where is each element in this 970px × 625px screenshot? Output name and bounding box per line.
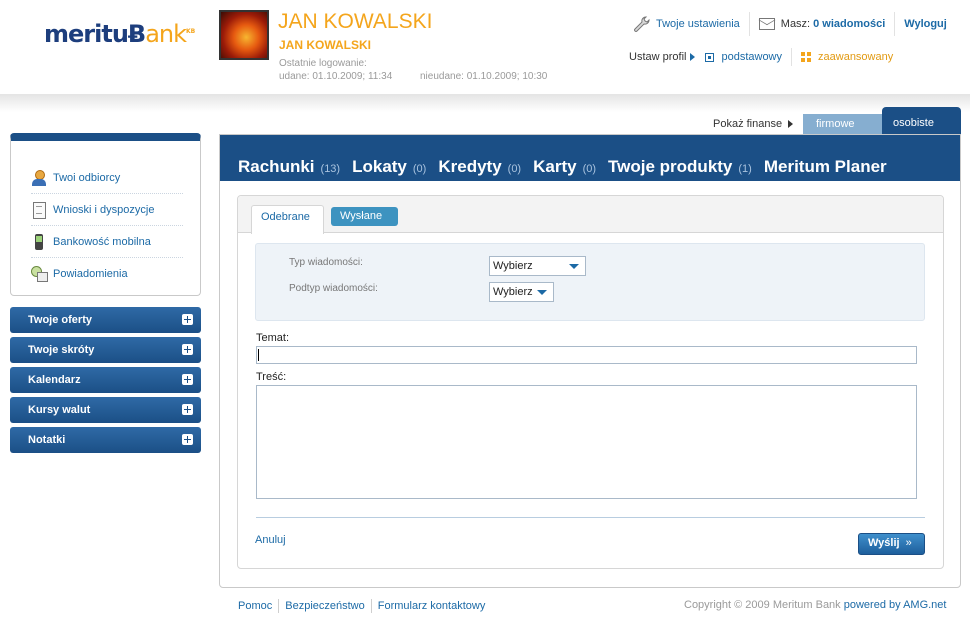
last-login-failed: nieudane: 01.10.2009; 10:30	[420, 71, 548, 82]
separator	[791, 48, 793, 66]
user-name-subheading: JAN KOWALSKI	[279, 38, 372, 52]
nav-your-products[interactable]: Twoje produkty (1)	[608, 157, 752, 177]
send-button[interactable]: Wyślij »	[858, 533, 925, 555]
divider	[256, 517, 925, 518]
tab-company-finance[interactable]: firmowe	[803, 114, 883, 134]
tab-personal-finance[interactable]: osobiste	[882, 107, 961, 135]
cancel-link[interactable]: Anuluj	[255, 534, 286, 546]
sidebar-section-exchange-rates[interactable]: Kursy walut	[10, 397, 201, 423]
message-type-value: Wybierz	[493, 260, 533, 272]
chevron-down-icon	[569, 264, 579, 269]
subject-input[interactable]	[256, 346, 917, 364]
messages-link[interactable]: 0 wiadomości	[813, 18, 885, 30]
mobile-phone-icon	[31, 233, 47, 250]
expand-plus-icon[interactable]	[182, 374, 193, 385]
chevron-down-icon	[537, 290, 547, 295]
sidebar-item-notifications[interactable]: Powiadomienia	[31, 258, 183, 290]
sidebar-section-label: Twoje skróty	[28, 344, 95, 356]
copyright: Copyright © 2009 Meritum Bank powered by…	[684, 599, 946, 611]
sidebar-section-label: Kursy walut	[28, 404, 91, 416]
meritum-bank-logo[interactable]: merituɃankKB	[44, 20, 195, 48]
main-panel: Rachunki (13) Lokaty (0) Kredyty (0) Karty(…	[219, 134, 961, 588]
wrench-icon	[632, 15, 650, 33]
double-arrow-icon: »	[905, 537, 912, 549]
message-body-textarea[interactable]	[256, 385, 917, 499]
separator	[370, 599, 372, 613]
message-subtype-select[interactable]: Wybierz	[489, 282, 554, 302]
advanced-profile-icon	[801, 52, 812, 62]
expand-plus-icon[interactable]	[182, 434, 193, 445]
envelope-icon	[758, 18, 775, 30]
footer-contact-form-link[interactable]: Formularz kontaktowy	[378, 600, 486, 612]
footer-help-link[interactable]: Pomoc	[238, 600, 272, 612]
profile-label: Ustaw profil	[629, 51, 687, 63]
message-subtype-value: Wybierz	[493, 286, 533, 298]
nav-cards[interactable]: Karty (0)	[533, 157, 596, 177]
sidebar-item-label[interactable]: Twoi odbiorcy	[53, 172, 120, 184]
footer-security-link[interactable]: Bezpieczeństwo	[285, 600, 365, 612]
sidebar-item-label[interactable]: Powiadomienia	[53, 268, 128, 280]
text-cursor	[258, 349, 259, 361]
message-type-label: Typ wiadomości:	[289, 257, 363, 268]
caret-right-icon	[788, 120, 794, 128]
powered-by-link[interactable]: powered by AMG.net	[844, 599, 947, 611]
nav-accounts[interactable]: Rachunki (13)	[238, 157, 340, 177]
sidebar-section-shortcuts[interactable]: Twoje skróty	[10, 337, 201, 363]
top-links: Twoje ustawienia Masz: 0 wiadomości Wylo…	[632, 12, 947, 36]
nav-deposits[interactable]: Lokaty (0)	[352, 157, 426, 177]
profile-advanced-link[interactable]: zaawansowany	[818, 51, 893, 63]
caret-right-icon	[690, 53, 696, 61]
document-icon	[31, 201, 47, 219]
separator	[894, 12, 896, 36]
last-login-label: Ostatnie logowanie:	[279, 58, 367, 69]
message-form-panel: Odebrane Wysłane Typ wiadomości: Wybierz…	[237, 195, 944, 569]
separator	[748, 12, 750, 36]
tab-received[interactable]: Odebrane	[251, 205, 324, 234]
profile-basic-link[interactable]: podstawowy	[721, 51, 782, 63]
send-button-label: Wyślij	[868, 537, 900, 549]
user-name-heading: JAN KOWALSKI	[278, 10, 433, 33]
sidebar-item-mobile-banking[interactable]: Bankowość mobilna	[31, 226, 183, 258]
finance-switch-label: Pokaż finanse	[713, 118, 794, 130]
nav-meritum-planner[interactable]: Meritum Planer	[764, 157, 887, 177]
expand-plus-icon[interactable]	[182, 344, 193, 355]
sidebar-section-offers[interactable]: Twoje oferty	[10, 307, 201, 333]
main-navigation-bar: Rachunki (13) Lokaty (0) Kredyty (0) Karty(…	[220, 135, 960, 181]
person-icon	[31, 169, 47, 186]
message-filter-box: Typ wiadomości: Wybierz Podtyp wiadomośc…	[255, 243, 925, 321]
expand-plus-icon[interactable]	[182, 314, 193, 325]
sidebar-section-label: Twoje oferty	[28, 314, 92, 326]
tab-sent[interactable]: Wysłane	[331, 207, 398, 226]
footer-links: Pomoc Bezpieczeństwo Formularz kontaktow…	[238, 599, 485, 613]
subject-label: Temat:	[256, 332, 290, 344]
nav-loans[interactable]: Kredyty (0)	[438, 157, 521, 177]
messages-prefix: Masz:	[780, 18, 811, 30]
expand-plus-icon[interactable]	[182, 404, 193, 415]
sidebar-item-label[interactable]: Bankowość mobilna	[53, 236, 151, 248]
message-type-select[interactable]: Wybierz	[489, 256, 586, 276]
sidebar-item-applications[interactable]: Wnioski i dyspozycje	[31, 194, 183, 226]
sidebar-quick-links: Twoi odbiorcy Wnioski i dyspozycje Banko…	[10, 133, 201, 296]
last-login-success: udane: 01.10.2009; 11:34	[279, 71, 393, 82]
body-label: Treść:	[256, 371, 287, 383]
product-nav: Rachunki (13) Lokaty (0) Kredyty (0) Karty(…	[238, 157, 899, 177]
notification-icon	[31, 266, 48, 282]
message-tabs: Odebrane Wysłane	[238, 196, 943, 234]
logout-link[interactable]: Wyloguj	[904, 18, 947, 30]
copyright-text: Copyright © 2009 Meritum Bank	[684, 599, 841, 611]
separator	[278, 599, 280, 613]
sidebar-section-label: Notatki	[28, 434, 66, 446]
avatar	[219, 10, 269, 60]
sidebar-section-calendar[interactable]: Kalendarz	[10, 367, 201, 393]
sidebar-section-label: Kalendarz	[28, 374, 81, 386]
message-subtype-label: Podtyp wiadomości:	[289, 283, 378, 294]
header-shadow-band	[0, 94, 970, 112]
profile-switch: Ustaw profil podstawowy zaawansowany	[629, 48, 893, 66]
sidebar-item-recipients[interactable]: Twoi odbiorcy	[31, 162, 183, 194]
basic-profile-icon	[705, 52, 715, 62]
settings-link[interactable]: Twoje ustawienia	[656, 18, 740, 30]
sidebar-section-notes[interactable]: Notatki	[10, 427, 201, 453]
sidebar-item-label[interactable]: Wnioski i dyspozycje	[53, 204, 154, 216]
